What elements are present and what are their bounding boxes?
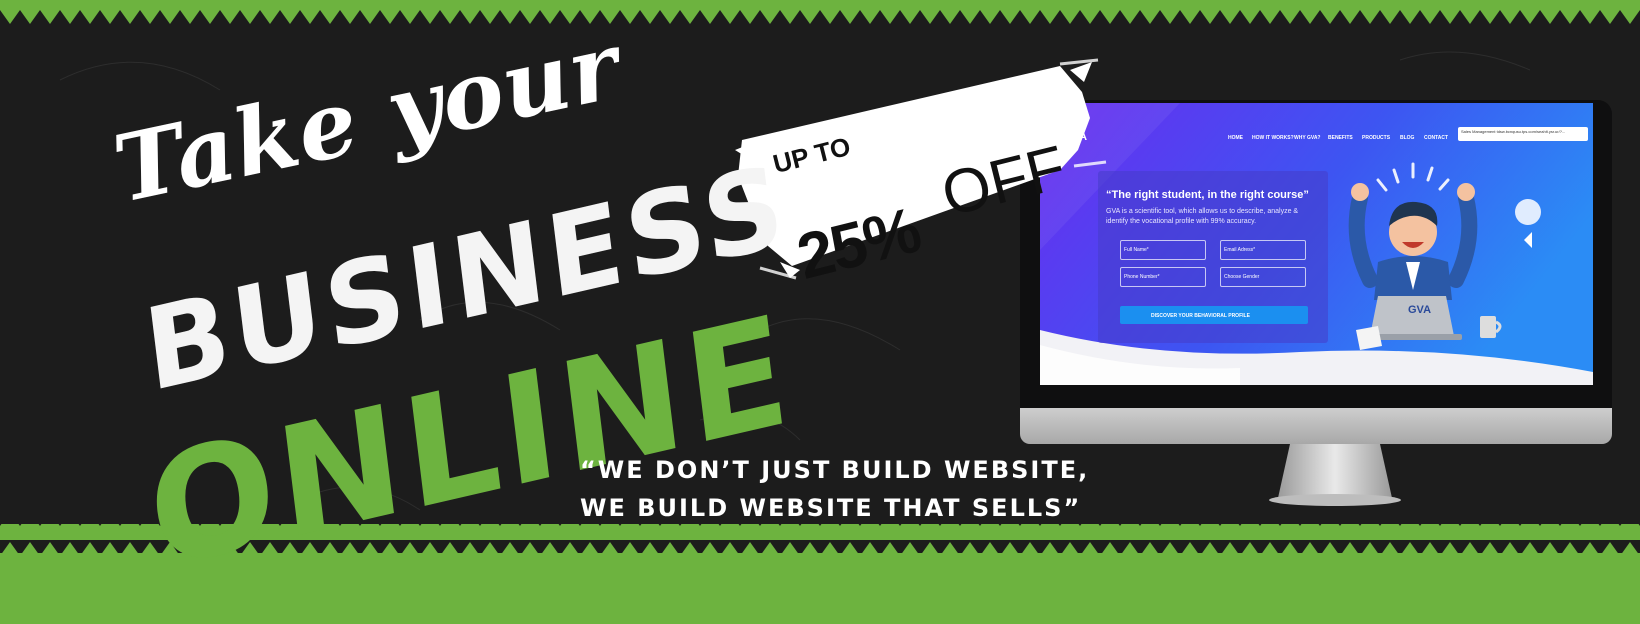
mockup-logo: GVA: [1064, 131, 1088, 143]
mockup-nav-home: HOME: [1228, 135, 1243, 141]
mockup-email-label: Email Adress*: [1224, 247, 1256, 253]
tagline-line-2: WE BUILD WEBSITE THAT SELLS”: [580, 494, 1082, 522]
website-mockup-screen: GVA HOME HOW IT WORKS? WHY GVA? BENEFITS…: [1040, 103, 1593, 385]
promo-banner: Take your BUSINESS ONLINE UP TO 25% OFF …: [0, 0, 1640, 624]
mockup-full-name-label: Full Name*: [1124, 247, 1149, 253]
mockup-gender-label: Choose Gender: [1224, 274, 1260, 280]
mockup-laptop-logo: GVA: [1408, 304, 1432, 316]
mockup-card-title: “The right student, in the right course”: [1106, 189, 1309, 201]
mockup-cta-label: DISCOVER YOUR BEHAVIORAL PROFILE: [1151, 313, 1250, 319]
mockup-nav-how: HOW IT WORKS?: [1252, 135, 1294, 141]
mockup-nav-products: PRODUCTS: [1362, 135, 1391, 141]
tagline-line-1: “WE DON’T JUST BUILD WEBSITE,: [580, 456, 1090, 484]
mockup-phone-label: Phone Number*: [1124, 274, 1160, 280]
mockup-tooltip-text: Sales Management tdsw.bcnqusu.tps.com/se…: [1461, 129, 1566, 134]
mockup-nav-benefits: BENEFITS: [1328, 135, 1353, 141]
mockup-nav-contact: CONTACT: [1424, 135, 1449, 141]
top-zigzag-border: [0, 0, 1640, 26]
mockup-nav-blog: BLOG: [1400, 135, 1415, 141]
mockup-nav-why: WHY GVA?: [1294, 135, 1321, 141]
mockup-card-body: GVA is a scientific tool, which allows u…: [1106, 208, 1299, 225]
